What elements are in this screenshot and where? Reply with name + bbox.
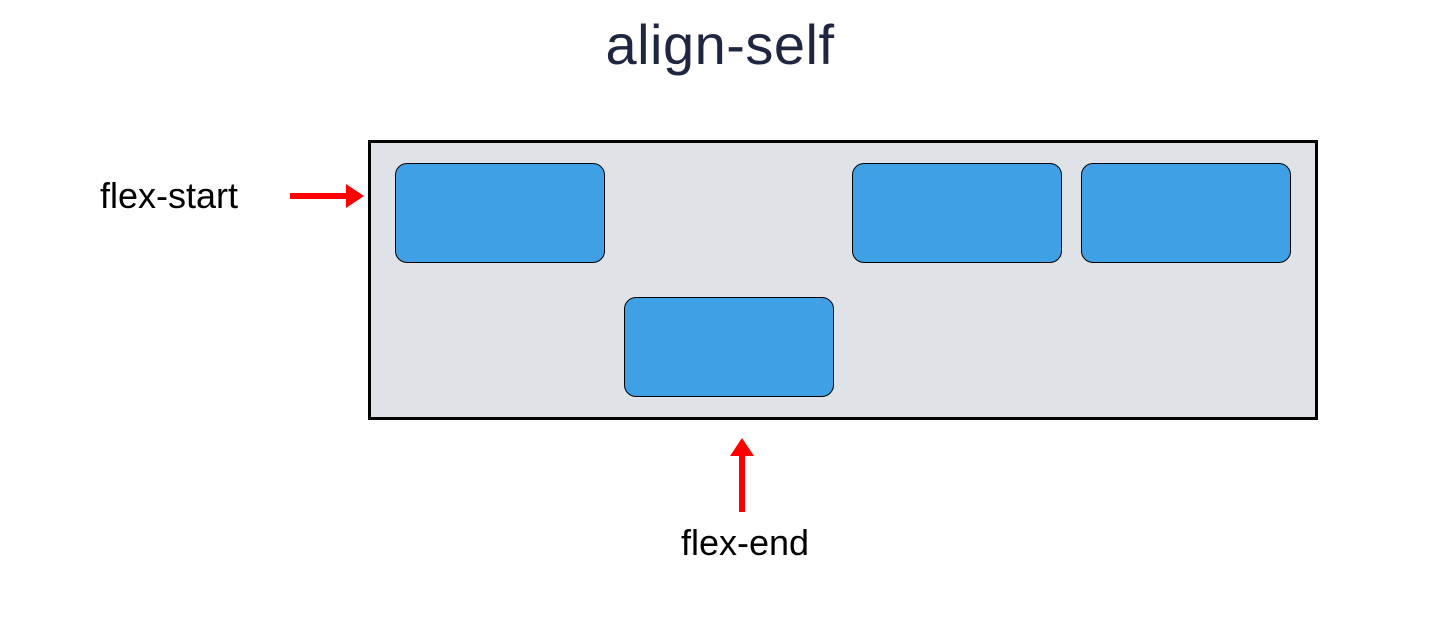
- flex-start-label: flex-start: [100, 175, 238, 217]
- flex-item: [852, 163, 1062, 263]
- flex-item: [395, 163, 605, 263]
- diagram-title: align-self: [0, 12, 1440, 77]
- flex-item: [624, 297, 834, 397]
- flex-container: [368, 140, 1318, 420]
- flex-end-label: flex-end: [630, 522, 860, 564]
- flex-item: [1081, 163, 1291, 263]
- diagram-canvas: align-self flex-start flex-end: [0, 0, 1440, 640]
